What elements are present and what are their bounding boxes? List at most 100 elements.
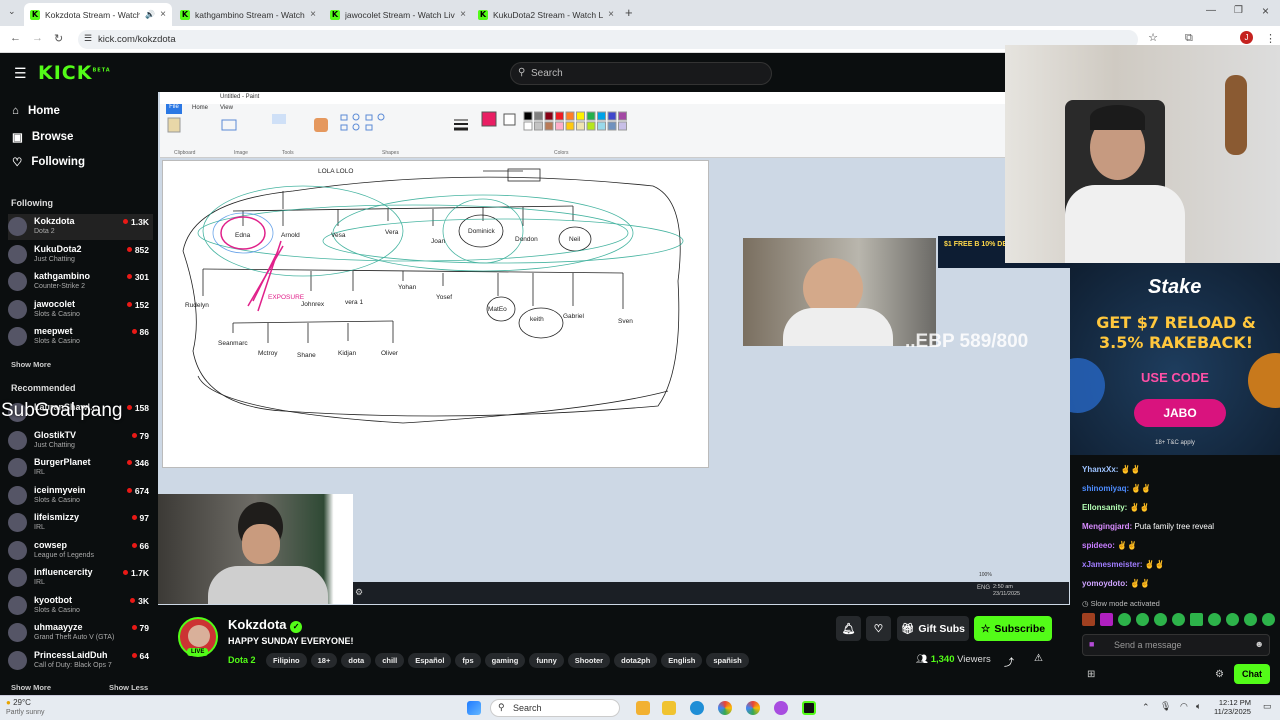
tag-pill[interactable]: spañish <box>706 653 749 668</box>
extensions-icon[interactable]: ⧉ <box>1185 32 1193 45</box>
kick-logo[interactable]: KICKBETA <box>38 62 111 84</box>
gift-subs-button[interactable]: 🎁︎ Gift Subs <box>897 616 969 641</box>
tag-pill[interactable]: dota2ph <box>614 653 658 668</box>
tray-chevron-icon[interactable]: ⌃ <box>1142 702 1150 713</box>
subscribe-button[interactable]: ☆ Subscribe <box>974 616 1052 641</box>
tab-kokzdota[interactable]: K Kokzdota Stream - Watch L 🔊 × <box>24 3 172 26</box>
gift-icon[interactable]: ⊞ <box>1087 669 1095 680</box>
taskbar-search[interactable]: ⚲ Search <box>490 699 620 717</box>
browser-menu-icon[interactable]: ⋮ <box>1265 32 1276 45</box>
chat-send-button[interactable]: Chat <box>1234 664 1270 684</box>
chat-username[interactable]: Mengingjard: <box>1082 522 1132 531</box>
recommended-channel[interactable]: iceinmyvein Slots & Casino 674 <box>8 483 153 509</box>
minimize-window-icon[interactable]: — <box>1206 5 1216 16</box>
close-tab-icon[interactable]: × <box>608 9 614 20</box>
tab-list-chevron-icon[interactable]: ⌄ <box>8 6 16 17</box>
emote-icon[interactable] <box>1118 613 1131 626</box>
tag-pill[interactable]: Filipino <box>265 653 307 668</box>
following-channel[interactable]: KukuDota2 Just Chatting 852 <box>8 242 153 268</box>
taskbar-clock[interactable]: 12:12 PM 11/23/2025 <box>1214 698 1251 716</box>
channel-name[interactable]: Kokzdota ✓ <box>228 617 303 633</box>
microphone-icon[interactable]: 🎙︎ <box>1160 701 1171 712</box>
emote-icon[interactable] <box>1100 613 1113 626</box>
chat-settings-icon[interactable]: ⚙ <box>1215 669 1224 680</box>
tab-kukudota2[interactable]: K KukuDota2 Stream - Watch Live × <box>472 3 620 26</box>
tag-pill[interactable]: Español <box>408 653 452 668</box>
show-more-recommended[interactable]: Show More <box>11 683 51 692</box>
url-field[interactable]: ☰ kick.com/kokzdota ☆ <box>78 30 1158 49</box>
show-more-following[interactable]: Show More <box>11 360 51 369</box>
recommended-channel[interactable]: influencercity IRL 1.7K <box>8 565 153 591</box>
close-tab-icon[interactable]: × <box>160 9 166 20</box>
notification-bell-icon[interactable]: 🔔︎ <box>836 616 861 641</box>
following-channel[interactable]: meepwet Slots & Casino 86 <box>8 324 153 350</box>
tag-pill[interactable]: fps <box>455 653 481 668</box>
close-tab-icon[interactable]: × <box>460 9 466 20</box>
back-icon[interactable]: ← <box>10 32 21 44</box>
recommended-channel[interactable]: BurgerPlanet IRL 346 <box>8 455 153 481</box>
following-channel[interactable]: jawocolet Slots & Casino 152 <box>8 297 153 323</box>
category-link[interactable]: Dota 2 <box>228 655 256 665</box>
recommended-channel[interactable]: cowsep League of Legends 66 <box>8 538 153 564</box>
ad-code-button[interactable]: JABO <box>1134 399 1226 427</box>
weather-widget[interactable]: ● 29°C Partly sunny <box>6 698 45 717</box>
tag-pill[interactable]: funny <box>529 653 564 668</box>
notification-icon[interactable]: ▭ <box>1263 701 1272 712</box>
chat-username[interactable]: spideeo: <box>1082 541 1115 550</box>
recommended-channel[interactable]: uhmaayyze Grand Theft Auto V (GTA) 79 <box>8 620 153 646</box>
forward-icon[interactable]: → <box>32 32 43 44</box>
speaker-icon[interactable]: 🔊 <box>145 10 155 19</box>
following-channel[interactable]: kathgambino Counter-Strike 2 301 <box>8 269 153 295</box>
emote-icon[interactable] <box>1136 613 1149 626</box>
windows-start-icon[interactable] <box>467 701 481 715</box>
emote-icon[interactable] <box>1208 613 1221 626</box>
recommended-channel[interactable]: lifeismizzy IRL 97 <box>8 510 153 536</box>
recommended-channel[interactable]: kyootbot Slots & Casino 3K <box>8 593 153 619</box>
emote-icon[interactable] <box>1226 613 1239 626</box>
recommended-channel[interactable]: GlostikTV Just Chatting 79 <box>8 428 153 454</box>
tab-jawocolet[interactable]: K jawocolet Stream - Watch Live × <box>324 3 472 26</box>
volume-icon[interactable]: 🔈︎ <box>1196 701 1201 712</box>
search-input[interactable]: ⚲ Search <box>510 62 772 85</box>
profile-avatar-icon[interactable]: J <box>1240 31 1253 44</box>
chat-input[interactable]: ■ Send a message ☻ <box>1082 634 1270 656</box>
chrome-2-icon[interactable] <box>746 701 760 715</box>
close-window-icon[interactable]: × <box>1262 4 1269 18</box>
emote-bar[interactable] <box>1082 613 1277 627</box>
nav-following[interactable]: ♡ Following <box>12 155 85 169</box>
tag-pill[interactable]: gaming <box>484 653 526 668</box>
tag-pill[interactable]: chill <box>375 653 405 668</box>
close-tab-icon[interactable]: × <box>310 9 316 20</box>
emote-icon[interactable] <box>1154 613 1167 626</box>
share-icon[interactable]: ⤴ <box>1004 654 1014 669</box>
emote-icon[interactable] <box>1082 613 1095 626</box>
tag-pill[interactable]: Shooter <box>567 653 611 668</box>
restore-window-icon[interactable]: ❐ <box>1234 5 1243 16</box>
site-info-icon[interactable]: ☰ <box>84 33 92 44</box>
nav-browse[interactable]: ▣ Browse <box>12 130 73 144</box>
kick-app-icon[interactable] <box>802 701 816 715</box>
chat-username[interactable]: xJamesmeister: <box>1082 560 1142 569</box>
emote-icon[interactable] <box>1262 613 1275 626</box>
emote-icon[interactable] <box>1244 613 1257 626</box>
reload-icon[interactable]: ↻ <box>54 32 63 45</box>
hamburger-menu-icon[interactable]: ☰ <box>14 65 27 82</box>
nav-home[interactable]: ⌂ Home <box>12 105 60 117</box>
recommended-channel[interactable]: PrincessLaidDuh Call of Duty: Black Ops … <box>8 648 153 674</box>
chat-username[interactable]: shinomiyaq: <box>1082 484 1129 493</box>
stake-ad[interactable]: Stake GET $7 RELOAD & 3.5% RAKEBACK! USE… <box>1070 263 1280 455</box>
following-channel[interactable]: Kokzdota Dota 2 1.3K <box>8 214 153 240</box>
chrome-icon[interactable] <box>718 701 732 715</box>
emote-icon[interactable] <box>1172 613 1185 626</box>
tag-pill[interactable]: dota <box>341 653 372 668</box>
emote-icon[interactable] <box>1190 613 1203 626</box>
tag-pill[interactable]: English <box>661 653 703 668</box>
chat-username[interactable]: Ellonsanity: <box>1082 503 1127 512</box>
emoji-icon[interactable]: ☻ <box>1255 639 1264 649</box>
report-warning-icon[interactable]: ⚠ <box>1034 653 1043 664</box>
tab-kathgambino[interactable]: K kathgambino Stream - Watch L × <box>174 3 322 26</box>
new-tab-button[interactable]: + <box>625 5 633 20</box>
follow-heart-icon[interactable]: ♡ <box>866 616 891 641</box>
file-explorer-icon[interactable] <box>662 701 676 715</box>
messenger-icon[interactable] <box>774 701 788 715</box>
